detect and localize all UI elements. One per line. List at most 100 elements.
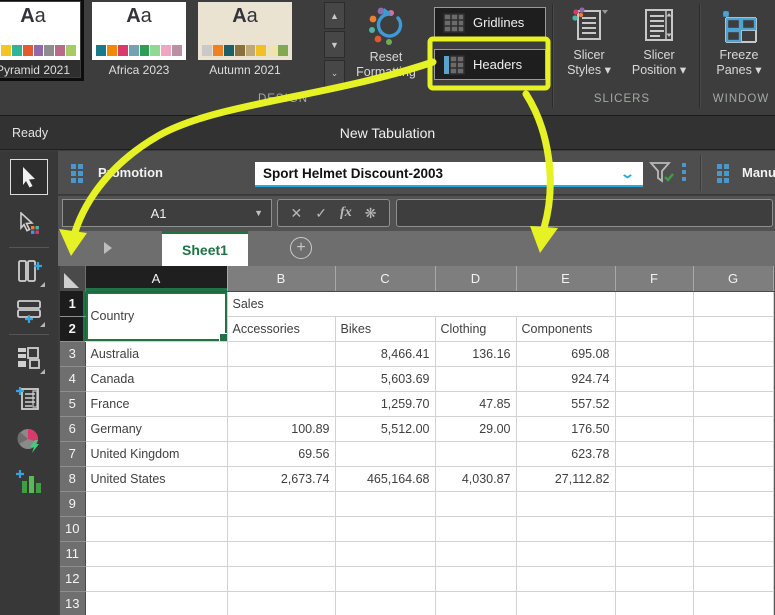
gridlines-toggle-button[interactable]: Gridlines — [434, 7, 546, 38]
cell[interactable] — [435, 541, 516, 566]
freeze-panes-button[interactable]: Freeze Panes ▾ — [708, 4, 770, 78]
cell[interactable]: 623.78 — [516, 441, 615, 466]
insert-row-button[interactable] — [12, 294, 46, 328]
select-tool-button[interactable] — [10, 159, 48, 195]
cell[interactable]: 27,112.82 — [516, 466, 615, 491]
cell[interactable] — [615, 516, 693, 541]
cell[interactable] — [435, 591, 516, 615]
cell[interactable] — [227, 491, 335, 516]
cell[interactable] — [435, 441, 516, 466]
cell[interactable] — [615, 391, 693, 416]
cell[interactable] — [516, 566, 615, 591]
add-slicer-button[interactable] — [12, 381, 46, 415]
cell[interactable]: Country — [85, 291, 227, 341]
theme-card-autumn-2021[interactable]: AaAutumn 2021 — [198, 2, 292, 77]
row-header-9[interactable]: 9 — [60, 491, 85, 516]
cell[interactable] — [615, 591, 693, 615]
cell[interactable] — [693, 316, 773, 341]
cell[interactable]: 2,673.74 — [227, 466, 335, 491]
column-header-A[interactable]: A — [85, 266, 227, 291]
theme-card-africa-2023[interactable]: AaAfrica 2023 — [92, 2, 186, 77]
multi-select-tool-button[interactable] — [12, 207, 46, 241]
row-header-13[interactable]: 13 — [60, 591, 85, 615]
cell[interactable]: Germany — [85, 416, 227, 441]
cell[interactable]: United States — [85, 466, 227, 491]
cell[interactable] — [693, 491, 773, 516]
formula-input[interactable] — [396, 199, 773, 227]
cell[interactable] — [615, 291, 693, 316]
cell[interactable] — [615, 416, 693, 441]
row-header-4[interactable]: 4 — [60, 366, 85, 391]
cell[interactable]: Canada — [85, 366, 227, 391]
theme-card-pyramid-2021[interactable]: AaPyramid 2021 — [0, 2, 80, 77]
row-header-3[interactable]: 3 — [60, 341, 85, 366]
cell[interactable]: 136.16 — [435, 341, 516, 366]
slicer-options-kebab-icon[interactable] — [682, 163, 686, 181]
cell[interactable]: 695.08 — [516, 341, 615, 366]
cell[interactable] — [227, 566, 335, 591]
row-header-7[interactable]: 7 — [60, 441, 85, 466]
cell[interactable]: 5,512.00 — [335, 416, 435, 441]
cell[interactable] — [615, 566, 693, 591]
cell[interactable]: Bikes — [335, 316, 435, 341]
cell[interactable]: United Kingdom — [85, 441, 227, 466]
cell[interactable] — [693, 591, 773, 615]
add-chart-button[interactable] — [12, 465, 46, 499]
drag-handle-icon[interactable] — [717, 164, 729, 183]
cell[interactable] — [335, 566, 435, 591]
gallery-expand-icon[interactable]: ⌄ — [324, 60, 345, 87]
row-header-1[interactable]: 1 — [60, 291, 85, 316]
cell[interactable] — [227, 341, 335, 366]
cell[interactable] — [615, 491, 693, 516]
cell[interactable]: Accessories — [227, 316, 335, 341]
column-header-G[interactable]: G — [693, 266, 773, 291]
row-header-8[interactable]: 8 — [60, 466, 85, 491]
cell[interactable] — [693, 366, 773, 391]
refresh-chart-button[interactable] — [12, 423, 46, 457]
cell[interactable] — [693, 566, 773, 591]
gallery-scroll-down-icon[interactable]: ▼ — [324, 31, 345, 58]
cell[interactable] — [435, 366, 516, 391]
cell[interactable] — [85, 491, 227, 516]
cell[interactable] — [693, 291, 773, 316]
tab-scroll-icon[interactable] — [104, 242, 112, 254]
row-header-12[interactable]: 12 — [60, 566, 85, 591]
cell[interactable]: 1,259.70 — [335, 391, 435, 416]
column-header-D[interactable]: D — [435, 266, 516, 291]
slicer-styles-button[interactable]: Slicer Styles ▾ — [558, 4, 620, 78]
name-box-dropdown-icon[interactable]: ▼ — [254, 208, 263, 218]
cell[interactable] — [227, 366, 335, 391]
cell[interactable] — [615, 441, 693, 466]
cell[interactable]: Australia — [85, 341, 227, 366]
enter-icon[interactable]: ✓ — [315, 205, 327, 222]
column-header-C[interactable]: C — [335, 266, 435, 291]
cell[interactable] — [693, 391, 773, 416]
insert-column-button[interactable] — [12, 254, 46, 288]
cell[interactable] — [335, 591, 435, 615]
cell[interactable]: 4,030.87 — [435, 466, 516, 491]
ai-assistant-icon[interactable]: ❋ — [365, 205, 377, 222]
row-header-11[interactable]: 11 — [60, 541, 85, 566]
cell[interactable] — [693, 541, 773, 566]
cancel-icon[interactable]: ✕ — [291, 205, 303, 222]
cell[interactable] — [615, 541, 693, 566]
cell[interactable] — [227, 391, 335, 416]
cell[interactable] — [85, 541, 227, 566]
cell[interactable] — [435, 566, 516, 591]
cell[interactable]: 100.89 — [227, 416, 335, 441]
gallery-scroll-up-icon[interactable]: ▲ — [324, 2, 345, 29]
drag-handle-icon[interactable] — [71, 164, 83, 183]
cell[interactable]: 69.56 — [227, 441, 335, 466]
cell[interactable] — [335, 516, 435, 541]
cell[interactable]: 557.52 — [516, 391, 615, 416]
cell[interactable] — [693, 416, 773, 441]
cell[interactable] — [516, 591, 615, 615]
cell[interactable] — [227, 591, 335, 615]
filter-applied-icon[interactable] — [648, 160, 676, 186]
column-header-E[interactable]: E — [516, 266, 615, 291]
cell[interactable] — [435, 491, 516, 516]
cell[interactable]: 465,164.68 — [335, 466, 435, 491]
cell[interactable] — [335, 441, 435, 466]
column-header-F[interactable]: F — [615, 266, 693, 291]
row-header-5[interactable]: 5 — [60, 391, 85, 416]
